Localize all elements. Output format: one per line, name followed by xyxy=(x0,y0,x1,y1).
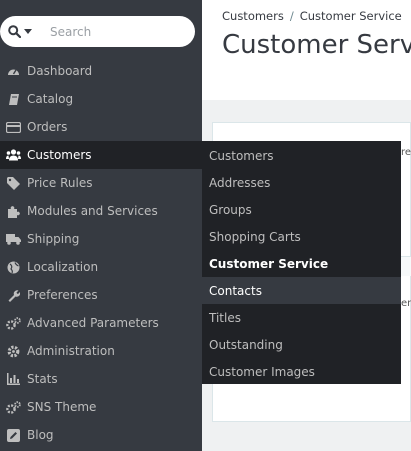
sidebar-item-label: Advanced Parameters xyxy=(27,316,159,330)
card-text-fragment: re xyxy=(401,147,411,158)
sidebar-nav: Dashboard Catalog Orders Customers Price… xyxy=(0,57,202,449)
sidebar-item-label: Dashboard xyxy=(27,64,93,78)
users-icon xyxy=(0,141,27,169)
breadcrumb-separator: / xyxy=(289,9,294,23)
submenu-item-outstanding[interactable]: Outstanding xyxy=(202,331,401,358)
sidebar-item-price-rules[interactable]: Price Rules xyxy=(0,169,202,197)
sidebar-item-shipping[interactable]: Shipping xyxy=(0,225,202,253)
edit-icon xyxy=(0,421,27,449)
submenu-item-shopping-carts[interactable]: Shopping Carts xyxy=(202,223,401,250)
book-icon xyxy=(0,85,27,113)
sidebar-item-orders[interactable]: Orders xyxy=(0,113,202,141)
breadcrumb: Customers / Customer Service xyxy=(222,9,402,23)
sidebar-item-label: Blog xyxy=(27,428,54,442)
wrench-icon xyxy=(0,281,27,309)
sidebar-item-label: Catalog xyxy=(27,92,74,106)
dashboard-icon xyxy=(0,57,27,85)
submenu-item-addresses[interactable]: Addresses xyxy=(202,169,401,196)
sidebar-item-blog[interactable]: Blog xyxy=(0,421,202,449)
truck-icon xyxy=(0,225,27,253)
cogs-icon xyxy=(0,393,27,421)
cogs-icon xyxy=(0,309,27,337)
customers-submenu: Customers Addresses Groups Shopping Cart… xyxy=(202,141,401,384)
sidebar-item-administration[interactable]: Administration xyxy=(0,337,202,365)
sidebar-item-label: Localization xyxy=(27,260,99,274)
caret-down-icon xyxy=(24,28,32,34)
sidebar-item-label: Stats xyxy=(27,372,58,386)
sidebar-item-stats[interactable]: Stats xyxy=(0,365,202,393)
sidebar-item-label: Shipping xyxy=(27,232,80,246)
sidebar-item-label: SNS Theme xyxy=(27,400,97,414)
breadcrumb-item-customer-service[interactable]: Customer Service xyxy=(300,9,402,23)
search-icon xyxy=(8,25,21,38)
sidebar-item-label: Preferences xyxy=(27,288,98,302)
sidebar-item-advanced-parameters[interactable]: Advanced Parameters xyxy=(0,309,202,337)
submenu-item-customer-service[interactable]: Customer Service xyxy=(202,250,401,277)
sidebar-item-localization[interactable]: Localization xyxy=(0,253,202,281)
submenu-item-customer-images[interactable]: Customer Images xyxy=(202,358,401,385)
bar-chart-icon xyxy=(0,365,27,393)
sidebar-item-label: Orders xyxy=(27,120,68,134)
tag-icon xyxy=(0,169,27,197)
sidebar-item-preferences[interactable]: Preferences xyxy=(0,281,202,309)
submenu-item-customers[interactable]: Customers xyxy=(202,142,401,169)
sidebar-item-modules-and-services[interactable]: Modules and Services xyxy=(0,197,202,225)
credit-card-icon xyxy=(0,113,27,141)
sidebar-item-sns-theme[interactable]: SNS Theme xyxy=(0,393,202,421)
sidebar-item-catalog[interactable]: Catalog xyxy=(0,85,202,113)
sidebar-item-label: Customers xyxy=(27,148,92,162)
page-title: Customer Servi xyxy=(222,30,411,60)
sidebar-item-label: Administration xyxy=(27,344,115,358)
sidebar-item-customers[interactable]: Customers xyxy=(0,141,202,169)
sidebar-item-label: Modules and Services xyxy=(27,204,158,218)
breadcrumb-item-customers[interactable]: Customers xyxy=(222,9,284,23)
search-type-toggle[interactable] xyxy=(0,16,40,47)
submenu-item-groups[interactable]: Groups xyxy=(202,196,401,223)
puzzle-icon xyxy=(0,197,27,225)
submenu-item-titles[interactable]: Titles xyxy=(202,304,401,331)
submenu-item-contacts[interactable]: Contacts xyxy=(202,277,401,304)
search-bar xyxy=(0,16,195,47)
globe-icon xyxy=(0,253,27,281)
gear-icon xyxy=(0,337,27,365)
card-text-fragment-2: en xyxy=(401,298,411,309)
page-header: Customers / Customer Service Customer Serv… xyxy=(202,0,411,100)
search-input[interactable] xyxy=(40,24,180,39)
sidebar-item-label: Price Rules xyxy=(27,176,93,190)
sidebar: Dashboard Catalog Orders Customers Price… xyxy=(0,0,202,451)
sidebar-item-dashboard[interactable]: Dashboard xyxy=(0,57,202,85)
